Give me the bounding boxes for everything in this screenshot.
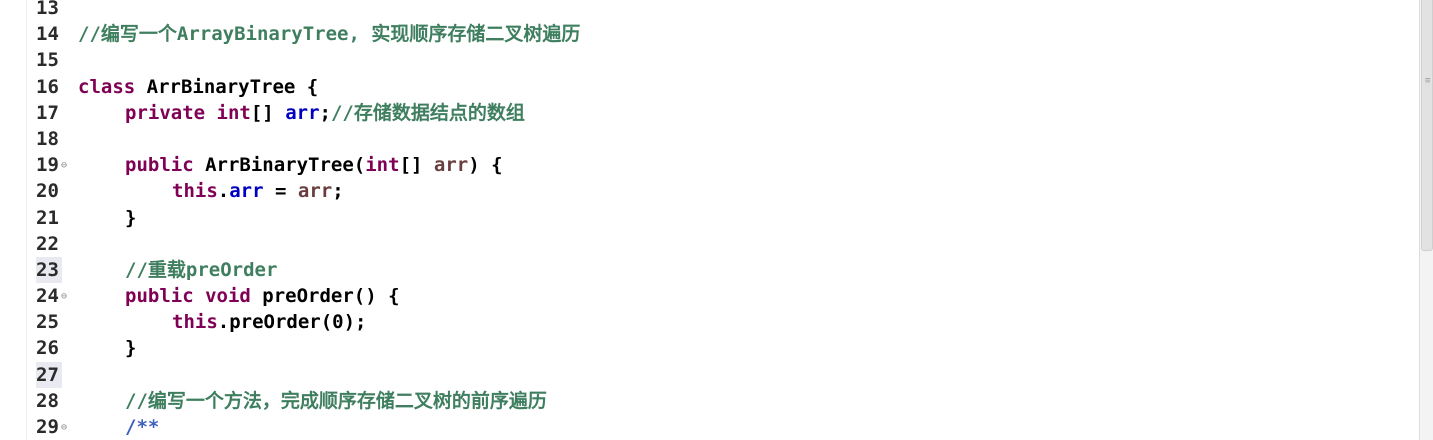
code-token: preOrder() {	[250, 285, 400, 308]
code-text: //编写一个方法，完成顺序存储二叉树的前序遍历	[78, 388, 547, 414]
code-line[interactable]: 21}	[36, 205, 1416, 231]
code-text: //编写一个ArrayBinaryTree, 实现顺序存储二叉树遍历	[78, 21, 580, 47]
code-token: =	[263, 180, 298, 203]
code-line[interactable]: 18	[36, 126, 1416, 152]
code-line[interactable]: 23 //重载preOrder	[36, 256, 1416, 284]
code-text: this.preOrder(0);	[78, 309, 366, 335]
code-area[interactable]: 13 14 //编写一个ArrayBinaryTree, 实现顺序存储二叉树遍历 15…	[36, 0, 1416, 440]
code-token: ) {	[468, 154, 503, 177]
line-number: 14	[36, 23, 59, 46]
vertical-scrollbar[interactable]: ≡	[1419, 0, 1433, 440]
line-number: 21	[36, 206, 59, 229]
code-line[interactable]: 27	[36, 361, 1416, 388]
code-line[interactable]: 17 private int[] arr;//存储数据结点的数组	[36, 100, 1416, 126]
code-token: arr	[433, 154, 469, 177]
fold-collapse-icon[interactable]: ⊖	[61, 423, 67, 433]
code-line[interactable]: 15	[36, 47, 1416, 73]
code-line[interactable]: 29 ⊖ /**	[36, 414, 1416, 440]
code-text: public ArrBinaryTree(int[] arr) {	[78, 152, 503, 178]
line-number: 24	[36, 285, 59, 308]
code-token: this	[172, 180, 218, 203]
line-number: 26	[36, 337, 59, 360]
code-token: }	[125, 337, 137, 360]
line-number: 17	[36, 101, 59, 124]
code-line[interactable]: 13	[36, 0, 1416, 21]
line-number: 15	[36, 49, 59, 72]
line-number: 13	[36, 0, 59, 19]
line-number: 23	[36, 256, 62, 284]
code-token: arr	[229, 180, 264, 203]
code-token: public	[125, 285, 194, 308]
code-token: //重载preOrder	[125, 258, 278, 281]
code-line[interactable]: 22	[36, 231, 1416, 257]
code-token: ArrBinaryTree {	[135, 75, 319, 98]
code-token: []	[399, 154, 434, 177]
code-token: }	[125, 206, 137, 229]
code-line[interactable]: 20 this.arr = arr;	[36, 178, 1416, 204]
code-text: }	[78, 205, 136, 231]
code-token: arr	[285, 101, 320, 124]
code-line[interactable]: 24 ⊖ public void preOrder() {	[36, 283, 1416, 309]
line-number: 20	[36, 180, 59, 203]
line-number: 18	[36, 127, 59, 150]
code-token: .	[217, 180, 230, 203]
code-text: private int[] arr;//存储数据结点的数组	[78, 100, 525, 126]
code-token: int	[216, 101, 251, 124]
code-line[interactable]: 25 this.preOrder(0);	[36, 309, 1416, 335]
code-token: .preOrder(0);	[217, 311, 367, 334]
code-token: ArrBinaryTree(	[193, 154, 366, 177]
code-token: public	[125, 154, 194, 177]
code-token: ;	[319, 101, 331, 124]
editor-left-ruler	[0, 0, 27, 440]
code-text: public void preOrder() {	[78, 283, 400, 309]
code-token: arr	[297, 180, 333, 203]
code-token: int	[365, 154, 400, 177]
code-text: /**	[78, 414, 159, 440]
code-editor[interactable]: 13 14 //编写一个ArrayBinaryTree, 实现顺序存储二叉树遍历 15…	[0, 0, 1433, 440]
code-line[interactable]: 14 //编写一个ArrayBinaryTree, 实现顺序存储二叉树遍历	[36, 21, 1416, 47]
fold-collapse-icon[interactable]: ⊖	[61, 292, 67, 302]
code-line[interactable]: 16 class ArrBinaryTree {	[36, 74, 1416, 100]
code-text: //重载preOrder	[78, 257, 277, 283]
code-token: //编写一个方法，完成顺序存储二叉树的前序遍历	[125, 389, 547, 412]
code-token: //编写一个ArrayBinaryTree, 实现顺序存储二叉树遍历	[78, 23, 581, 46]
code-token: /**	[125, 416, 160, 438]
scroll-grip-icon: ≡	[1425, 76, 1431, 86]
line-number: 22	[36, 232, 59, 255]
code-text: }	[78, 335, 136, 361]
code-token: class	[78, 75, 136, 98]
code-token: void	[205, 285, 251, 308]
line-number: 16	[36, 75, 59, 98]
line-number: 27	[36, 361, 62, 388]
code-line[interactable]: 28 //编写一个方法，完成顺序存储二叉树的前序遍历	[36, 388, 1416, 414]
scrollbar-thumb[interactable]: ≡	[1421, 0, 1433, 251]
line-number: 19	[36, 154, 59, 177]
code-text: this.arr = arr;	[78, 178, 344, 204]
code-line[interactable]: 19 ⊖ public ArrBinaryTree(int[] arr) {	[36, 152, 1416, 178]
code-token: //存储数据结点的数组	[330, 101, 525, 124]
line-number: 25	[36, 311, 59, 334]
code-line[interactable]: 26}	[36, 335, 1416, 361]
code-token: []	[250, 101, 286, 124]
line-number: 28	[36, 389, 59, 412]
code-token: ;	[332, 180, 344, 203]
code-text: class ArrBinaryTree {	[78, 74, 318, 100]
fold-collapse-icon[interactable]: ⊖	[61, 161, 67, 171]
code-token: private	[125, 101, 206, 124]
code-token: this	[172, 311, 218, 334]
line-number: 29	[36, 416, 59, 438]
